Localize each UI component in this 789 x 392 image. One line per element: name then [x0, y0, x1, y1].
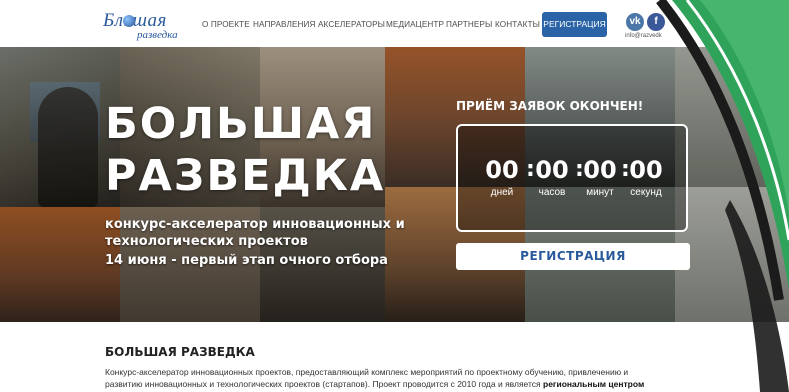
- facebook-icon[interactable]: f: [647, 13, 665, 31]
- about-text-line2: развитию инновационных и технологических…: [105, 378, 705, 390]
- about-text: Конкурс-акселератор инновационных проект…: [105, 366, 705, 390]
- countdown-minutes-label: минут: [586, 187, 614, 198]
- about-title: БОЛЬШАЯ РАЗВЕДКА: [105, 345, 255, 359]
- countdown-hours-value: 00: [535, 156, 569, 184]
- header-register-button[interactable]: РЕГИСТРАЦИЯ: [542, 12, 607, 37]
- page: Бльшая разведка О ПРОЕКТЕ НАПРАВЛЕНИЯ АК…: [0, 0, 789, 392]
- applications-closed-text: ПРИЁМ ЗАЯВОК ОКОНЧЕН!: [456, 99, 644, 113]
- countdown-hours-label: часов: [538, 187, 566, 198]
- countdown-hours: 00 часов: [530, 156, 574, 200]
- countdown-seconds: 00 секунд: [624, 156, 668, 200]
- globe-icon: [123, 15, 135, 27]
- hero-banner: БОЛЬШАЯ РАЗВЕДКА конкурс-акселератор инн…: [0, 47, 789, 322]
- nav-contacts[interactable]: КОНТАКТЫ: [495, 19, 540, 31]
- countdown-days: 00 дней: [480, 156, 524, 200]
- hero-register-button[interactable]: РЕГИСТРАЦИЯ: [456, 243, 690, 270]
- nav-directions[interactable]: НАПРАВЛЕНИЯ: [253, 19, 316, 31]
- countdown-days-label: дней: [490, 187, 514, 198]
- hero-date-line: 14 июня - первый этап очного отбора: [105, 253, 388, 268]
- nav-partners[interactable]: ПАРТНЕРЫ: [446, 19, 492, 31]
- hero-title-line1: БОЛЬШАЯ: [105, 99, 377, 149]
- logo-subtitle: разведка: [137, 29, 178, 41]
- nav-accelerators[interactable]: АКСЕЛЕРАТОРЫ: [318, 19, 385, 31]
- email-link[interactable]: info@razvedk: [625, 33, 662, 39]
- countdown-seconds-label: секунд: [630, 187, 662, 198]
- countdown-minutes-value: 00: [583, 156, 617, 184]
- logo[interactable]: Бльшая разведка: [103, 11, 183, 41]
- nav-mediacenter[interactable]: МЕДИАЦЕНТР: [386, 19, 444, 31]
- countdown-minutes: 00 минут: [578, 156, 622, 200]
- countdown-seconds-value: 00: [629, 156, 663, 184]
- countdown-timer: 00 дней : 00 часов : 00 минут : 00 секун…: [456, 124, 688, 232]
- hero-subtitle-line2: технологических проектов: [105, 234, 308, 249]
- nav-about[interactable]: О ПРОЕКТЕ: [202, 19, 250, 31]
- hero-title-line2: РАЗВЕДКА: [105, 151, 386, 201]
- site-header: Бльшая разведка О ПРОЕКТЕ НАПРАВЛЕНИЯ АК…: [0, 0, 789, 47]
- hero-subtitle-line1: конкурс-акселератор инновационных и: [105, 217, 405, 232]
- about-text-line1: Конкурс-акселератор инновационных проект…: [105, 367, 629, 377]
- about-text-line2-plain: развитию инновационных и технологических…: [105, 379, 544, 389]
- countdown-days-value: 00: [485, 156, 519, 184]
- vk-icon[interactable]: vk: [626, 13, 644, 31]
- about-text-line2-bold: региональным центром: [543, 379, 645, 389]
